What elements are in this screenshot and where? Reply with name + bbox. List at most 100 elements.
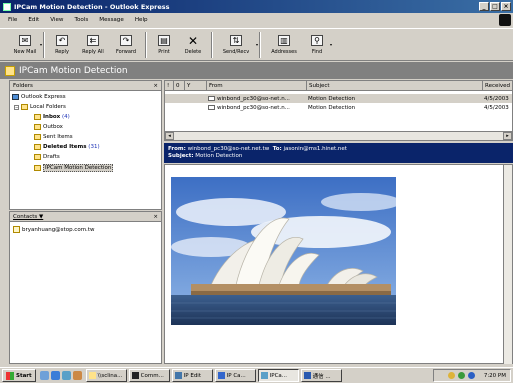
folder-icon (34, 165, 41, 171)
folder-inbox[interactable]: Inbox (4) (34, 114, 70, 120)
folder-drafts[interactable]: Drafts (34, 154, 60, 160)
folder-icon (88, 372, 96, 379)
envelope-icon (208, 105, 215, 110)
send-receive-icon: ⇅ (230, 35, 242, 46)
toolbar: ✉ New Mail ▾ ↶ Reply ⇇ Reply All ↷ Forwar… (0, 28, 513, 61)
received-column-header[interactable]: Received (483, 81, 512, 91)
forward-button[interactable]: ↷ Forward (110, 29, 142, 61)
outlook-express-icon[interactable] (61, 371, 71, 380)
find-button[interactable]: ⚲ Find ▾ (304, 29, 332, 61)
deleted-items-icon (34, 144, 41, 150)
folder-local-folders[interactable]: − Local Folders (14, 104, 66, 110)
addresses-button[interactable]: ▥ Addresses (264, 29, 304, 61)
preview-subject-label: Subject: (168, 153, 194, 159)
menu-help[interactable]: Help (135, 17, 148, 23)
message-list-horizontal-scrollbar[interactable]: ◂ ▸ (165, 131, 512, 140)
folder-deleted-items[interactable]: Deleted Items (31) (34, 144, 100, 150)
priority-column-header[interactable]: ! (165, 81, 174, 91)
delete-button[interactable]: ✕ Delete (178, 29, 208, 61)
folder-ipcam-motion-detection[interactable]: IPCam Motion Detection (34, 164, 114, 172)
maximize-button[interactable]: □ (490, 2, 500, 11)
messenger-icon (303, 372, 311, 379)
inbox-count: (4) (61, 114, 70, 120)
contacts-menu[interactable]: Contacts ▼ (13, 214, 43, 220)
collapse-icon[interactable]: − (14, 104, 19, 110)
outbox-icon (34, 124, 41, 130)
message-row[interactable]: winbond_pc30@so-net.n... Motion Detectio… (165, 94, 512, 103)
network-icon[interactable] (457, 372, 465, 379)
reply-icon: ↶ (56, 35, 68, 46)
show-desktop-icon[interactable] (39, 371, 49, 380)
taskbar: Start \\sclina... Comm... IP Edit IP Ca.… (0, 367, 513, 383)
preview-pane (164, 164, 513, 364)
close-button[interactable]: × (501, 2, 511, 11)
menu-message[interactable]: Message (99, 17, 124, 23)
title-bar: IPCam Motion Detection - Outlook Express… (0, 0, 513, 13)
task-button[interactable]: 通信 ... (300, 369, 342, 382)
start-button[interactable]: Start (2, 369, 36, 382)
preview-header: From: winbond_pc30@so-net.net.tw To: jas… (164, 143, 513, 163)
contact-item[interactable]: bryanhuang@stop.com.tw (10, 226, 161, 233)
menu-tools[interactable]: Tools (75, 17, 89, 23)
windows-logo-icon (499, 14, 511, 26)
forward-icon: ↷ (120, 35, 132, 46)
outlook-express-icon (3, 2, 11, 11)
task-button[interactable]: IP Ca... (214, 369, 256, 382)
preview-to-label: To: (272, 146, 282, 152)
browser-icon (217, 372, 225, 379)
envelope-icon (208, 96, 215, 101)
task-button-active[interactable]: IPCa... (257, 369, 299, 382)
new-mail-icon: ✉ (19, 35, 31, 46)
internet-explorer-icon[interactable] (50, 371, 60, 380)
ip-edit-icon (174, 372, 182, 379)
window-title: IPCam Motion Detection - Outlook Express (14, 2, 170, 11)
send-receive-button[interactable]: ⇅ Send/Recv ▾ (216, 29, 258, 61)
command-prompt-icon (131, 372, 139, 379)
new-mail-button[interactable]: ✉ New Mail ▾ (10, 29, 42, 61)
contacts-pane: Contacts ▼ × bryanhuang@stop.com.tw (9, 211, 162, 364)
folder-outbox[interactable]: Outbox (34, 124, 63, 130)
preview-to: jasonin@ms1.hinet.net (283, 146, 347, 152)
preview-vertical-scrollbar[interactable] (503, 165, 512, 364)
contacts-pane-close-button[interactable]: × (153, 214, 158, 220)
find-icon: ⚲ (311, 35, 323, 46)
drafts-icon (34, 154, 41, 160)
task-button[interactable]: \\sclina... (85, 369, 127, 382)
preview-subject: Motion Detection (195, 153, 243, 159)
folder-outlook-express[interactable]: Outlook Express (12, 94, 66, 100)
reply-button[interactable]: ↶ Reply (48, 29, 76, 61)
folders-pane-close-button[interactable]: × (153, 83, 158, 89)
minimize-button[interactable]: _ (479, 2, 489, 11)
from-column-header[interactable]: From (207, 81, 307, 91)
message-row[interactable]: winbond_pc30@so-net.n... Motion Detectio… (165, 103, 512, 112)
menu-edit[interactable]: Edit (28, 17, 39, 23)
subject-column-header[interactable]: Subject (307, 81, 483, 91)
reply-all-button[interactable]: ⇇ Reply All (76, 29, 110, 61)
menu-bar: File Edit View Tools Message Help (0, 13, 513, 27)
menu-file[interactable]: File (8, 17, 17, 23)
delete-icon: ✕ (187, 33, 199, 48)
windows-flag-icon (6, 371, 14, 380)
reply-all-icon: ⇇ (87, 35, 99, 46)
folder-bar: IPCam Motion Detection (0, 62, 513, 79)
flag-column-header[interactable]: Y (185, 81, 207, 91)
scroll-right-icon[interactable]: ▸ (503, 132, 512, 140)
inbox-icon (34, 114, 41, 120)
clock[interactable]: 7:20 PM (484, 373, 506, 379)
print-button[interactable]: ▤ Print (150, 29, 178, 61)
preview-from: winbond_pc30@so-net.net.tw (187, 146, 270, 152)
scroll-left-icon[interactable]: ◂ (165, 132, 174, 140)
outlook-express-icon (12, 94, 19, 100)
addresses-icon: ▥ (278, 35, 290, 46)
speaker-icon[interactable] (447, 372, 455, 379)
folders-pane-title: Folders (13, 82, 33, 89)
menu-view[interactable]: View (50, 17, 63, 23)
messenger-tray-icon[interactable] (467, 372, 475, 379)
task-button[interactable]: Comm... (128, 369, 170, 382)
attachment-column-header[interactable]: 0 (174, 81, 185, 91)
task-button[interactable]: IP Edit (171, 369, 213, 382)
message-list: ! 0 Y From Subject Received winbond_pc30… (164, 80, 513, 141)
folder-icon (5, 65, 15, 76)
media-player-icon[interactable] (72, 371, 82, 380)
folder-sent-items[interactable]: Sent Items (34, 134, 73, 140)
